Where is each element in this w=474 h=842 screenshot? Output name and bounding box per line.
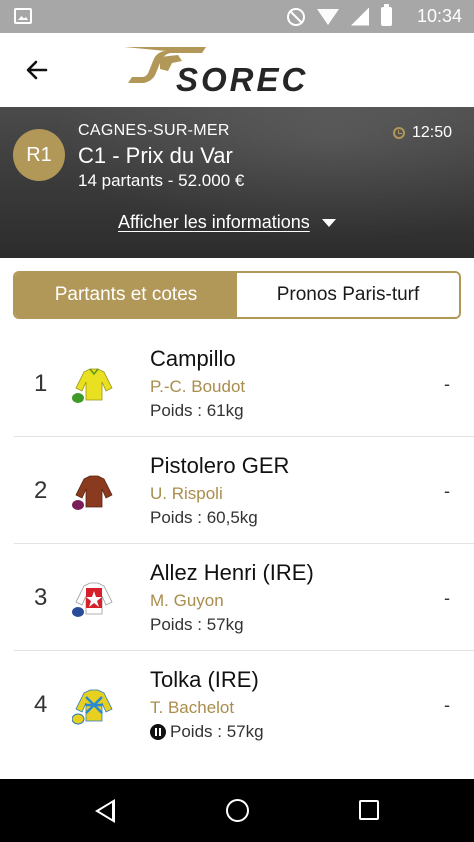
system-nav-bar [0,779,474,842]
runner-number: 1 [34,370,48,397]
runner-row[interactable]: 4 Tolka (IRE) T. Bachelot Poids : 57kg - [14,651,474,758]
horse-weight: Poids : 61kg [150,401,244,421]
status-time: 10:34 [416,6,462,26]
signal-icon [351,7,369,26]
jockey-silk-icon [72,368,113,403]
nav-recents-icon[interactable] [359,800,379,820]
race-meta: 14 partants - 52.000 € [78,171,245,190]
runner-number: 4 [34,691,48,718]
runner-number: 3 [34,584,48,611]
weight-value: Poids : 57kg [170,722,264,741]
race-venue: CAGNES-SUR-MER [78,122,230,139]
horse-odds: - [444,588,450,608]
show-info-toggle[interactable]: Afficher les informations [118,212,336,233]
nav-home-icon[interactable] [226,799,249,822]
status-bar: 10:34 [0,0,474,33]
tab-pronos-paris-turf[interactable]: Pronos Paris-turf [237,273,459,317]
horse-name: Allez Henri (IRE) [150,560,314,585]
runner-row[interactable]: 3 Allez Henri (IRE) M. Guyon Poids : 57k… [14,544,474,651]
show-info-label: Afficher les informations [118,212,310,232]
round-badge: R1 [13,129,65,181]
horse-weight: Poids : 57kg [150,615,244,635]
runner-number: 2 [34,477,48,504]
arrow-left-icon [26,60,48,80]
sorec-logo: SOREC [120,43,335,99]
horse-weight: Poids : 60,5kg [150,508,258,528]
wifi-icon [317,8,339,25]
weight-value: Poids : 61kg [150,401,244,420]
race-time-value: 12:50 [411,124,452,141]
jockey-silk-icon [72,582,113,617]
app-header: SOREC [0,33,474,107]
tab-partants-cotes[interactable]: Partants et cotes [15,273,237,317]
horse-name: Pistolero GER [150,453,290,478]
horse-weight: Poids : 57kg [150,722,264,742]
jockey-silk-icon [72,689,113,725]
race-title: C1 - Prix du Var [78,143,233,168]
back-button[interactable] [22,55,52,85]
jockey-name: U. Rispoli [150,484,223,503]
race-time: 12:50 [392,124,452,142]
jockey-name: T. Bachelot [150,698,235,717]
horse-odds: - [444,695,450,715]
horse-name: Tolka (IRE) [150,667,259,692]
runner-row[interactable]: 1 Campillo P.-C. Boudot Poids : 61kg - [14,330,474,437]
jockey-name: P.-C. Boudot [150,377,246,396]
caret-down-icon [321,218,336,227]
status-icons [287,4,392,26]
gallery-notification-icon [14,8,32,24]
jockey-name: M. Guyon [150,591,224,610]
runner-list: 1 Campillo P.-C. Boudot Poids : 61kg - 2… [0,330,474,758]
clock-icon [392,127,405,139]
race-banner: R1 CAGNES-SUR-MER C1 - Prix du Var 14 pa… [0,107,474,258]
battery-icon [381,4,392,26]
logo-text: SOREC [176,61,309,98]
weight-value: Poids : 57kg [150,615,244,634]
do-not-disturb-icon [287,7,305,26]
pause-icon [150,724,166,740]
nav-back-icon[interactable] [95,799,115,823]
horse-odds: - [444,481,450,501]
weight-value: Poids : 60,5kg [150,508,258,527]
tab-bar: Partants et cotes Pronos Paris-turf [13,271,461,319]
runner-row[interactable]: 2 Pistolero GER U. Rispoli Poids : 60,5k… [14,437,474,544]
horse-odds: - [444,374,450,394]
horse-name: Campillo [150,346,236,371]
jockey-silk-icon [72,475,113,510]
